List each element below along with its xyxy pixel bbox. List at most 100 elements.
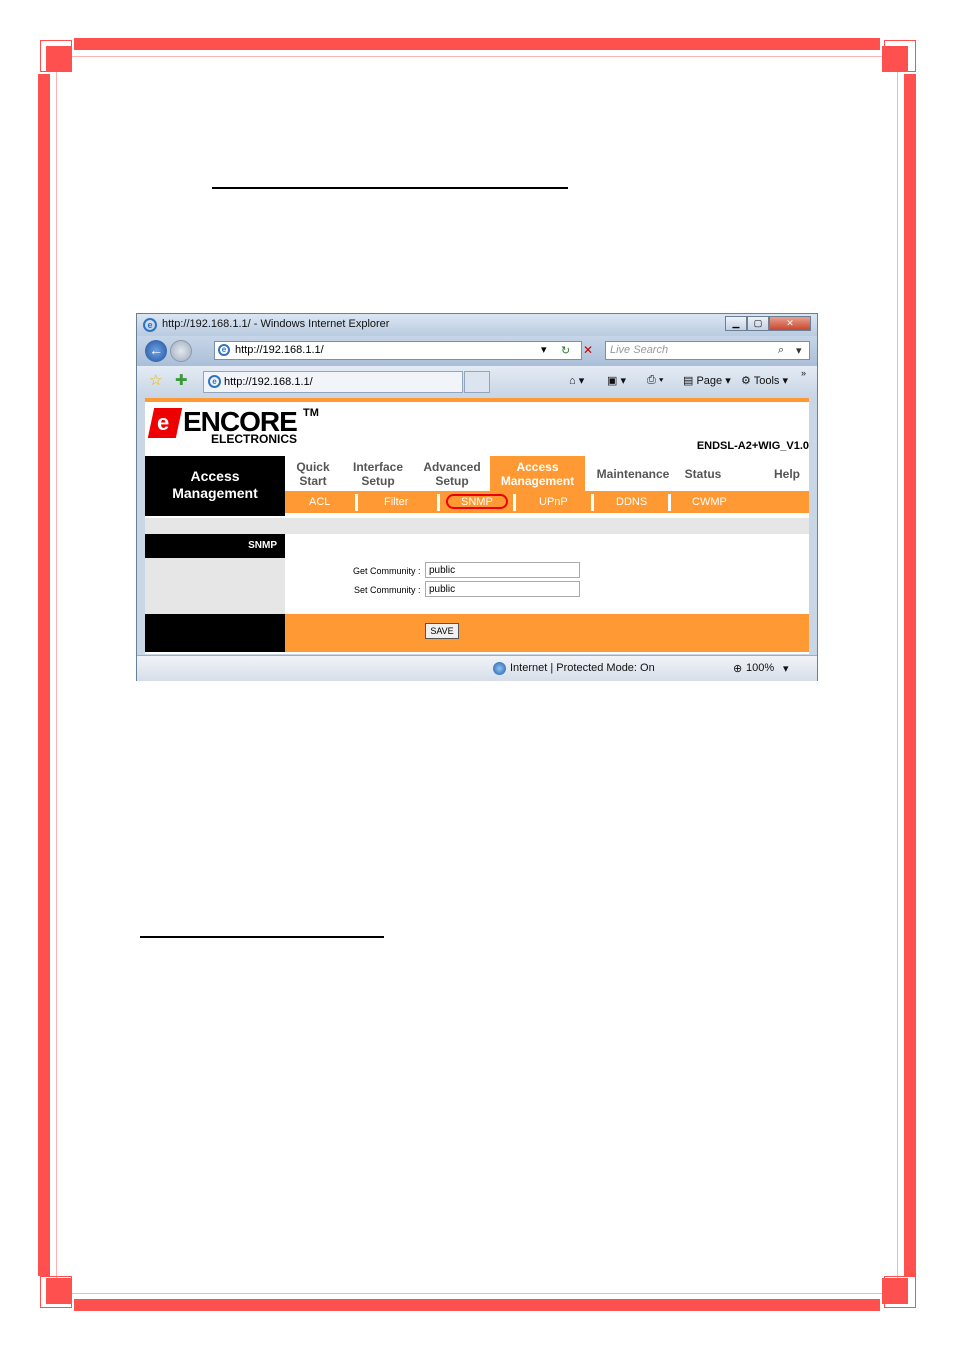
border-top [74,38,880,50]
spacer-bar [145,518,809,534]
add-favorites-icon[interactable]: ✚ [175,371,188,389]
menu-quick-start[interactable]: Quick Start [293,460,333,488]
browser-window: e http://192.168.1.1/ - Windows Internet… [136,313,818,681]
submenu-snmp[interactable]: SNMP [461,496,493,508]
search-box[interactable]: Live Search ⌕ ▾ [605,341,810,360]
menu-label: Advanced [423,460,481,474]
menu-label: Setup [361,474,395,488]
footer-left-box [145,614,285,652]
menu-label: Start [299,474,327,488]
section-title: Access Management [145,468,285,502]
search-dropdown-icon[interactable]: ▾ [796,344,802,357]
minimize-button[interactable]: ▁ [725,316,747,331]
section-title-box: Access Management [145,456,285,516]
logo-mark-letter: e [157,410,170,435]
navigation-bar: ← e http://192.168.1.1/ ▾ ↻ ✕ Live Searc… [137,336,817,366]
panel-left-fill [145,558,285,614]
browser-tab[interactable]: e http://192.168.1.1/ [203,371,463,393]
print-icon[interactable]: ⎙ ▾ [647,374,663,387]
search-placeholder: Live Search [610,344,669,356]
address-bar[interactable]: e http://192.168.1.1/ ▾ [214,341,582,360]
submenu-upnp[interactable]: UPnP [539,496,568,508]
set-community-label: Set Community : [354,585,421,595]
corner-outline-tl [40,40,72,72]
home-icon[interactable]: ⌂ ▾ [569,374,584,387]
maximize-button[interactable]: ▢ [747,316,769,331]
router-page: e ENCORE TM ELECTRONICS ENDSL-A2+WIG_V1.… [145,398,809,654]
zoom-icon[interactable]: ⊕ [733,662,742,675]
menu-label: Help [773,467,800,481]
border-left [38,74,50,1276]
menu-label: Management [500,474,575,488]
submenu-separator [668,494,671,511]
page-menu[interactable]: ▤ Page ▾ [683,374,731,387]
heading-underline-1 [212,187,568,189]
status-bar: Internet | Protected Mode: On ⊕ 100% ▾ [137,655,817,681]
window-controls: ▁ ▢ ✕ [725,316,811,331]
menu-advanced-setup[interactable]: Advanced Setup [421,460,483,488]
menu-help[interactable]: Help [769,467,805,481]
border-bottom [74,1299,880,1311]
set-community-input[interactable]: public [425,581,580,597]
feeds-icon[interactable]: ▣ ▾ [607,374,626,387]
brand-subtitle: ELECTRONICS [211,432,298,446]
close-button[interactable]: ✕ [769,316,811,331]
heading-underline-2 [140,936,384,938]
title-bar: e http://192.168.1.1/ - Windows Internet… [137,314,817,336]
submenu-separator [437,494,440,511]
menu-label: Maintenance [596,467,670,481]
ie-icon: e [143,318,157,332]
stop-icon[interactable]: ✕ [583,343,593,357]
model-name: ENDSL-A2+WIG_V1.0 [696,440,809,452]
main-menu: Quick Start Interface Setup Advanced Set… [285,456,809,491]
favorites-star-icon[interactable]: ☆ [149,371,162,389]
corner-outline-tr [884,40,916,72]
menu-interface-setup[interactable]: Interface Setup [347,460,409,488]
forward-button[interactable] [170,340,192,362]
menu-label: Setup [435,474,469,488]
zoom-level[interactable]: 100% [746,662,774,674]
section-title-line1: Access [190,468,240,484]
brand-trademark: TM [303,407,319,419]
submenu-acl[interactable]: ACL [309,496,330,508]
menu-label: Status [684,467,722,481]
get-community-label: Get Community : [353,566,421,576]
menu-label: Access [516,460,559,474]
submenu-filter[interactable]: Filter [384,496,408,508]
back-button[interactable]: ← [145,340,167,362]
page-menu-label: Page [696,375,723,387]
corner-outline-bl [40,1276,72,1308]
tab-label: http://192.168.1.1/ [224,376,313,388]
refresh-icon[interactable]: ↻ [561,344,570,357]
get-community-input[interactable]: public [425,562,580,578]
page-icon: e [218,344,230,356]
submenu-cwmp[interactable]: CWMP [692,496,727,508]
submenu-separator [591,494,594,511]
save-button[interactable]: SAVE [425,623,459,639]
submenu-separator [355,494,358,511]
corner-outline-br [884,1276,916,1308]
menu-label: Interface [352,460,404,474]
command-bar: ☆ ✚ e http://192.168.1.1/ ⌂ ▾ ▣ ▾ ⎙ ▾ ▤ … [137,366,817,396]
chevron-icon[interactable]: » [801,368,806,378]
menu-status[interactable]: Status [683,467,723,481]
globe-icon [493,662,506,675]
menu-label: Quick [296,460,330,474]
window-title: http://192.168.1.1/ - Windows Internet E… [162,318,390,330]
tools-menu[interactable]: ⚙ Tools ▾ [741,374,788,387]
footer-bar: SAVE [285,614,809,652]
tab-ie-icon: e [208,375,221,388]
zoom-dropdown-icon[interactable]: ▾ [783,662,789,675]
top-accent-bar [145,398,809,402]
panel-title-box: SNMP [145,534,285,558]
border-right [904,74,916,1276]
menu-maintenance[interactable]: Maintenance [593,467,673,481]
new-tab-button[interactable] [464,371,490,393]
submenu-ddns[interactable]: DDNS [616,496,647,508]
section-title-line2: Management [172,485,258,501]
dropdown-icon[interactable]: ▾ [541,343,547,356]
menu-access-management[interactable]: Access Management [490,460,585,488]
search-icon[interactable]: ⌕ [778,344,784,357]
sub-menu: ACL Filter SNMP UPnP DDNS CWMP [285,491,809,513]
submenu-separator [513,494,516,511]
